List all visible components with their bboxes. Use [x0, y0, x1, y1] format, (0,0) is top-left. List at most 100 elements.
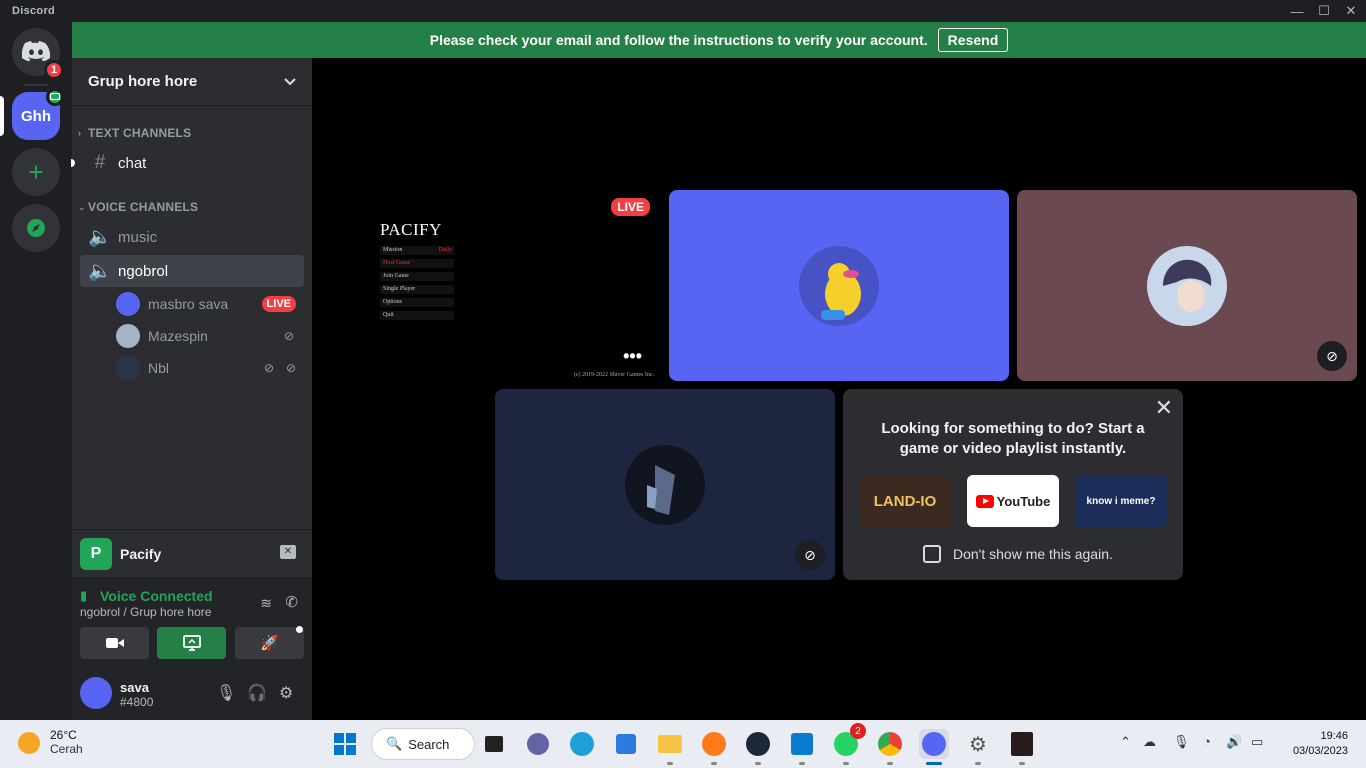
activities-button[interactable]: 🚀 — [235, 627, 304, 659]
microphone-tray-icon[interactable]: 🎙 — [1173, 734, 1190, 750]
running-indicator — [1019, 762, 1025, 765]
chevron-up-icon[interactable]: ⌃ — [1120, 734, 1131, 750]
channel-sidebar: Grup hore hore › TEXT CHANNELS # chat ⌄ … — [71, 58, 312, 720]
server-header[interactable]: Grup hore hore — [72, 58, 312, 106]
noise-suppression-icon[interactable]: ≋ — [260, 595, 272, 612]
close-icon[interactable]: ✕ — [1155, 395, 1173, 421]
running-indicator — [975, 762, 981, 765]
start-button[interactable] — [330, 729, 360, 759]
selected-server-indicator — [0, 96, 4, 136]
chrome-icon[interactable] — [875, 729, 905, 759]
deafened-icon: ⊘ — [285, 361, 296, 375]
verify-email-banner: Please check your email and follow the i… — [72, 22, 1366, 58]
game-app-icon[interactable] — [1007, 729, 1037, 759]
disconnect-icon[interactable]: ✆ — [285, 593, 298, 611]
notification-badge: 1 — [44, 60, 64, 80]
voice-status[interactable]: Voice Connected — [100, 588, 213, 604]
microphone-icon[interactable]: 🎙 — [216, 683, 236, 703]
screen-share-button[interactable] — [157, 627, 226, 659]
steam-icon[interactable] — [743, 729, 773, 759]
taskbar-search[interactable]: 🔍 Search — [371, 728, 475, 760]
camera-icon — [105, 638, 124, 648]
channel-chat[interactable]: # chat — [80, 147, 304, 179]
server-initials: Ghh — [21, 107, 51, 125]
stream-tile[interactable]: PACIFY Mission Daily Host Game Join Game … — [324, 190, 664, 381]
activity-youtube[interactable]: YouTube — [967, 475, 1059, 527]
volume-icon[interactable]: 🔊 — [1226, 734, 1242, 750]
category-label: TEXT CHANNELS — [88, 126, 192, 140]
unread-indicator — [71, 159, 75, 167]
firefox-icon[interactable] — [699, 729, 729, 759]
microsoft-store-icon[interactable] — [611, 729, 641, 759]
server-icon-grup-hore-hore[interactable]: Ghh — [12, 88, 64, 140]
activity-land-io[interactable]: LAND-IO — [859, 475, 951, 527]
home-button[interactable]: 1 — [12, 28, 64, 80]
category-text-channels[interactable]: › TEXT CHANNELS — [78, 126, 191, 140]
channel-name: music — [118, 228, 158, 246]
user-tag: #4800 — [120, 695, 154, 709]
live-badge: LIVE — [261, 296, 296, 312]
participant-tile-masbro-sava[interactable] — [669, 190, 1009, 381]
close-window-button[interactable]: ✕ — [1334, 0, 1366, 22]
more-options-icon[interactable]: ••• — [623, 346, 642, 367]
new-indicator-dot — [296, 626, 303, 633]
vscode-icon[interactable] — [787, 729, 817, 759]
search-label: Search — [408, 736, 450, 752]
youtube-play-icon — [975, 494, 994, 508]
activity-label: YouTube — [996, 493, 1051, 509]
headphones-icon[interactable]: 🎧 — [247, 683, 267, 703]
game-menu-item: Single Player — [380, 285, 454, 294]
battery-icon[interactable]: ▭ — [1251, 734, 1263, 750]
weather-widget[interactable]: 26°C Cerah — [18, 728, 83, 756]
muted-mic-icon: ⊘ — [283, 329, 294, 343]
whatsapp-icon[interactable]: 2 — [831, 723, 866, 759]
suggestion-message: Looking for something to do? Start a gam… — [881, 420, 1145, 457]
user-panel: sava #4800 🎙 🎧 ⚙ — [72, 666, 312, 720]
activity-suggestion-card: ✕ Looking for something to do? Start a g… — [843, 389, 1183, 580]
activity-know-i-meme[interactable]: know i meme? — [1075, 475, 1167, 527]
gear-icon[interactable]: ⚙ — [279, 683, 293, 703]
settings-icon[interactable]: ⚙ — [963, 729, 993, 759]
category-voice-channels[interactable]: ⌄ VOICE CHANNELS — [78, 200, 198, 214]
explore-servers-button[interactable] — [12, 204, 60, 252]
user-avatar[interactable] — [80, 677, 112, 709]
add-server-button[interactable]: + — [12, 148, 60, 196]
voice-user-name: Mazespin — [148, 328, 208, 344]
running-indicator — [843, 762, 849, 765]
signal-icon[interactable]: ▮ — [80, 588, 87, 604]
app-name: Discord — [12, 5, 56, 17]
voice-user-masbro-sava[interactable]: masbro sava LIVE — [116, 289, 304, 319]
participant-tile-nbl[interactable]: ⊘ — [495, 389, 835, 580]
discord-taskbar-icon[interactable] — [919, 729, 949, 759]
channel-name: chat — [118, 154, 147, 172]
screen-share-icon — [182, 635, 201, 651]
resend-button[interactable]: Resend — [937, 28, 1009, 52]
teams-chat-icon[interactable] — [523, 729, 553, 759]
dont-show-again[interactable]: Don't show me this again. — [923, 545, 1113, 563]
running-indicator — [667, 762, 673, 765]
server-name: Grup hore hore — [88, 73, 198, 90]
participant-tile-mazespin[interactable]: ⊘ — [1017, 190, 1357, 381]
system-clock[interactable]: 19:46 03/03/2023 — [1293, 729, 1348, 759]
camera-button[interactable] — [80, 627, 149, 659]
speaker-icon: 🔈 — [88, 227, 112, 248]
voice-user-nbl[interactable]: Nbl ⊘ ⊘ — [116, 353, 304, 383]
windows-taskbar: 26°C Cerah 🔍 Search 2 ⚙ ⌃ ☁ 🎙 ◔ 🔊 ▭ 19:4… — [0, 720, 1366, 768]
onedrive-cloud-icon[interactable]: ☁ — [1143, 734, 1156, 750]
voice-user-mazespin[interactable]: Mazespin ⊘ — [116, 321, 304, 351]
voice-channel-ngobrol[interactable]: 🔈 ngobrol — [80, 255, 304, 287]
category-label: VOICE CHANNELS — [88, 200, 199, 214]
windows-logo-icon — [334, 733, 356, 755]
dont-show-checkbox[interactable] — [923, 545, 941, 563]
voice-channel-music[interactable]: 🔈 music — [80, 221, 304, 253]
window-titlebar: Discord — ☐ ✕ — [0, 0, 1366, 22]
stop-activity-icon[interactable]: ✕ — [280, 545, 296, 559]
voice-location[interactable]: ngobrol / Grup hore hore — [80, 605, 211, 619]
voice-user-name: Nbl — [148, 360, 170, 376]
rocket-icon: 🚀 — [260, 635, 279, 652]
task-view-icon[interactable] — [479, 729, 509, 759]
wifi-icon[interactable]: ◔ — [1203, 734, 1211, 749]
file-explorer-icon[interactable] — [655, 729, 685, 759]
weather-desc: Cerah — [50, 742, 83, 756]
edge-browser-icon[interactable] — [567, 729, 597, 759]
